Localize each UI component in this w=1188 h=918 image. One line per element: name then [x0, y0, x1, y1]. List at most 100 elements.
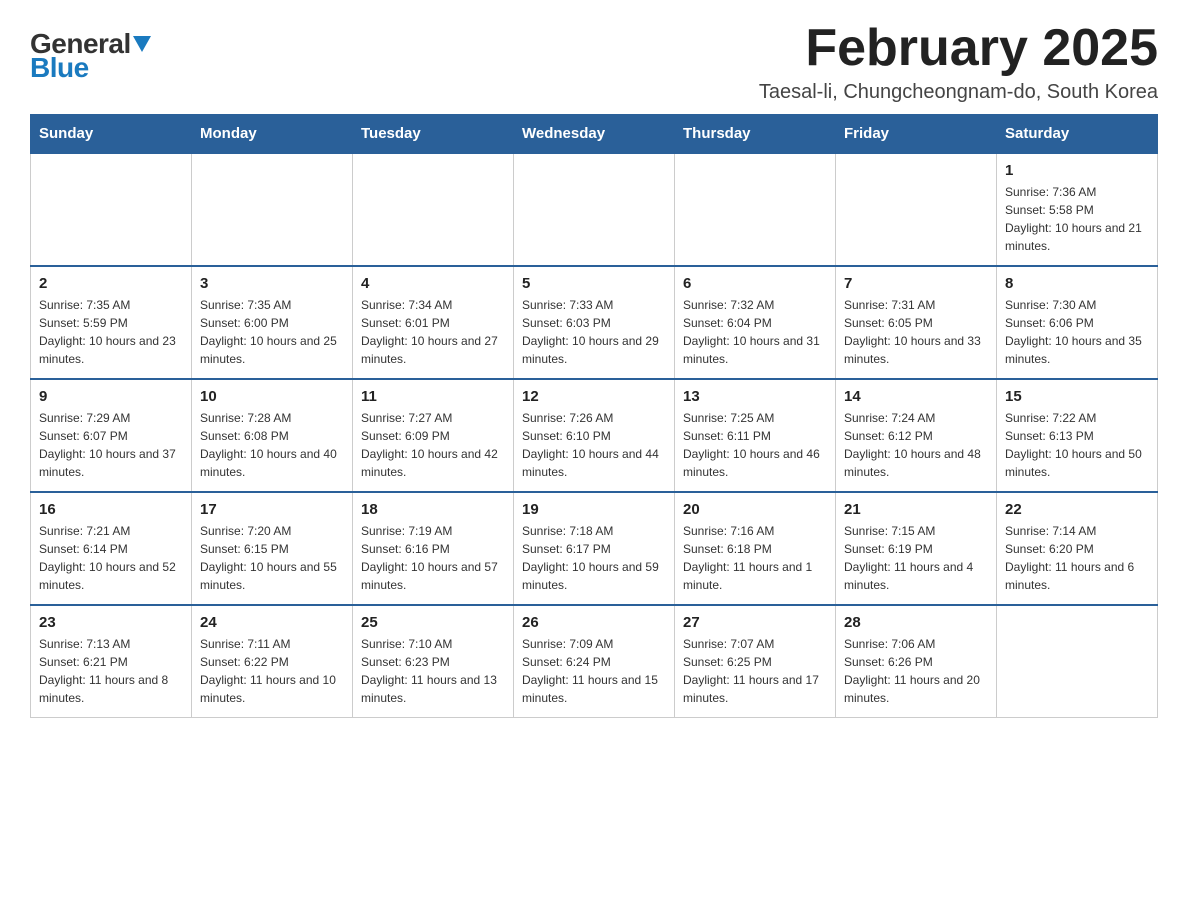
week-row-5: 23Sunrise: 7:13 AM Sunset: 6:21 PM Dayli…: [31, 605, 1158, 718]
day-info: Sunrise: 7:35 AM Sunset: 5:59 PM Dayligh…: [39, 296, 183, 368]
weekday-header-friday: Friday: [836, 115, 997, 154]
calendar-cell: [353, 153, 514, 266]
calendar-cell: 23Sunrise: 7:13 AM Sunset: 6:21 PM Dayli…: [31, 605, 192, 718]
day-info: Sunrise: 7:21 AM Sunset: 6:14 PM Dayligh…: [39, 522, 183, 594]
day-info: Sunrise: 7:18 AM Sunset: 6:17 PM Dayligh…: [522, 522, 666, 594]
day-number: 14: [844, 388, 988, 405]
calendar-cell: 6Sunrise: 7:32 AM Sunset: 6:04 PM Daylig…: [675, 266, 836, 379]
logo-blue-text: Blue: [30, 52, 89, 84]
week-row-3: 9 Sunrise: 7:29 AM Sunset: 6:07 PM Daylig…: [31, 379, 1158, 492]
day-info: Sunrise: 7:14 AM Sunset: 6:20 PM Dayligh…: [1005, 522, 1149, 594]
day-number: 16: [39, 501, 183, 518]
calendar-cell: 28 Sunrise: 7:06 AM Sunset: 6:26 PM Dayli…: [836, 605, 997, 718]
day-number: 18: [361, 501, 505, 518]
day-number: 7: [844, 275, 988, 292]
day-info: Sunrise: 7:28 AM Sunset: 6:08 PM Dayligh…: [200, 409, 344, 481]
calendar-cell: [31, 153, 192, 266]
day-info: Sunrise: 7:15 AM Sunset: 6:19 PM Dayligh…: [844, 522, 988, 594]
calendar-cell: 21 Sunrise: 7:15 AM Sunset: 6:19 PM Dayli…: [836, 492, 997, 605]
day-number: 10: [200, 388, 344, 405]
weekday-header-wednesday: Wednesday: [514, 115, 675, 154]
day-info: Sunrise: 7:06 AM Sunset: 6:26 PM Dayligh…: [844, 635, 988, 707]
weekday-header-tuesday: Tuesday: [353, 115, 514, 154]
day-info: Sunrise: 7:09 AM Sunset: 6:24 PM Dayligh…: [522, 635, 666, 707]
logo-triangle-icon: [133, 36, 151, 57]
day-info: Sunrise: 7:19 AM Sunset: 6:16 PM Dayligh…: [361, 522, 505, 594]
day-info: Sunrise: 7:24 AM Sunset: 6:12 PM Dayligh…: [844, 409, 988, 481]
day-info: Sunrise: 7:35 AM Sunset: 6:00 PM Dayligh…: [200, 296, 344, 368]
weekday-header-monday: Monday: [192, 115, 353, 154]
calendar-cell: 25Sunrise: 7:10 AM Sunset: 6:23 PM Dayli…: [353, 605, 514, 718]
day-info: Sunrise: 7:20 AM Sunset: 6:15 PM Dayligh…: [200, 522, 344, 594]
day-number: 1: [1005, 162, 1149, 179]
calendar-table: SundayMondayTuesdayWednesdayThursdayFrid…: [30, 114, 1158, 718]
day-number: 27: [683, 614, 827, 631]
weekday-header-saturday: Saturday: [997, 115, 1158, 154]
day-info: Sunrise: 7:11 AM Sunset: 6:22 PM Dayligh…: [200, 635, 344, 707]
calendar-cell: 18 Sunrise: 7:19 AM Sunset: 6:16 PM Dayli…: [353, 492, 514, 605]
day-number: 2: [39, 275, 183, 292]
day-info: Sunrise: 7:33 AM Sunset: 6:03 PM Dayligh…: [522, 296, 666, 368]
day-number: 28: [844, 614, 988, 631]
calendar-cell: [836, 153, 997, 266]
day-number: 19: [522, 501, 666, 518]
day-number: 5: [522, 275, 666, 292]
day-info: Sunrise: 7:30 AM Sunset: 6:06 PM Dayligh…: [1005, 296, 1149, 368]
day-info: Sunrise: 7:34 AM Sunset: 6:01 PM Dayligh…: [361, 296, 505, 368]
calendar-cell: 10 Sunrise: 7:28 AM Sunset: 6:08 PM Dayli…: [192, 379, 353, 492]
weekday-header-thursday: Thursday: [675, 115, 836, 154]
day-number: 13: [683, 388, 827, 405]
day-info: Sunrise: 7:16 AM Sunset: 6:18 PM Dayligh…: [683, 522, 827, 594]
week-row-1: 1 Sunrise: 7:36 AM Sunset: 5:58 PM Daylig…: [31, 153, 1158, 266]
calendar-cell: 3 Sunrise: 7:35 AM Sunset: 6:00 PM Daylig…: [192, 266, 353, 379]
calendar-cell: 9 Sunrise: 7:29 AM Sunset: 6:07 PM Daylig…: [31, 379, 192, 492]
calendar-cell: 14 Sunrise: 7:24 AM Sunset: 6:12 PM Dayli…: [836, 379, 997, 492]
day-info: Sunrise: 7:32 AM Sunset: 6:04 PM Dayligh…: [683, 296, 827, 368]
day-number: 23: [39, 614, 183, 631]
calendar-cell: 12 Sunrise: 7:26 AM Sunset: 6:10 PM Dayli…: [514, 379, 675, 492]
calendar-cell: 20 Sunrise: 7:16 AM Sunset: 6:18 PM Dayli…: [675, 492, 836, 605]
calendar-cell: 5 Sunrise: 7:33 AM Sunset: 6:03 PM Daylig…: [514, 266, 675, 379]
week-row-4: 16 Sunrise: 7:21 AM Sunset: 6:14 PM Dayli…: [31, 492, 1158, 605]
day-number: 20: [683, 501, 827, 518]
page-header: General Blue February 2025 Taesal-li, Ch…: [30, 20, 1158, 104]
calendar-cell: 7 Sunrise: 7:31 AM Sunset: 6:05 PM Daylig…: [836, 266, 997, 379]
calendar-cell: 22 Sunrise: 7:14 AM Sunset: 6:20 PM Dayli…: [997, 492, 1158, 605]
calendar-cell: 17 Sunrise: 7:20 AM Sunset: 6:15 PM Dayli…: [192, 492, 353, 605]
calendar-cell: 15Sunrise: 7:22 AM Sunset: 6:13 PM Dayli…: [997, 379, 1158, 492]
day-number: 8: [1005, 275, 1149, 292]
day-number: 24: [200, 614, 344, 631]
day-info: Sunrise: 7:07 AM Sunset: 6:25 PM Dayligh…: [683, 635, 827, 707]
day-number: 9: [39, 388, 183, 405]
calendar-cell: [514, 153, 675, 266]
day-info: Sunrise: 7:29 AM Sunset: 6:07 PM Dayligh…: [39, 409, 183, 481]
calendar-cell: 27 Sunrise: 7:07 AM Sunset: 6:25 PM Dayli…: [675, 605, 836, 718]
logo: General Blue: [30, 28, 151, 84]
month-title: February 2025: [759, 20, 1158, 77]
calendar-cell: [997, 605, 1158, 718]
day-info: Sunrise: 7:26 AM Sunset: 6:10 PM Dayligh…: [522, 409, 666, 481]
day-number: 3: [200, 275, 344, 292]
calendar-cell: 13 Sunrise: 7:25 AM Sunset: 6:11 PM Dayli…: [675, 379, 836, 492]
day-number: 17: [200, 501, 344, 518]
calendar-cell: [192, 153, 353, 266]
week-row-2: 2 Sunrise: 7:35 AM Sunset: 5:59 PM Daylig…: [31, 266, 1158, 379]
day-number: 26: [522, 614, 666, 631]
day-number: 11: [361, 388, 505, 405]
calendar-cell: 11 Sunrise: 7:27 AM Sunset: 6:09 PM Dayli…: [353, 379, 514, 492]
calendar-cell: 16 Sunrise: 7:21 AM Sunset: 6:14 PM Dayli…: [31, 492, 192, 605]
title-area: February 2025 Taesal-li, Chungcheongnam-…: [759, 20, 1158, 104]
day-info: Sunrise: 7:31 AM Sunset: 6:05 PM Dayligh…: [844, 296, 988, 368]
day-number: 12: [522, 388, 666, 405]
day-info: Sunrise: 7:25 AM Sunset: 6:11 PM Dayligh…: [683, 409, 827, 481]
calendar-cell: 26 Sunrise: 7:09 AM Sunset: 6:24 PM Dayli…: [514, 605, 675, 718]
day-info: Sunrise: 7:27 AM Sunset: 6:09 PM Dayligh…: [361, 409, 505, 481]
calendar-cell: 24 Sunrise: 7:11 AM Sunset: 6:22 PM Dayli…: [192, 605, 353, 718]
calendar-cell: 19 Sunrise: 7:18 AM Sunset: 6:17 PM Dayli…: [514, 492, 675, 605]
day-info: Sunrise: 7:10 AM Sunset: 6:23 PM Dayligh…: [361, 635, 505, 707]
day-info: Sunrise: 7:36 AM Sunset: 5:58 PM Dayligh…: [1005, 183, 1149, 255]
day-number: 21: [844, 501, 988, 518]
day-number: 22: [1005, 501, 1149, 518]
calendar-cell: 2 Sunrise: 7:35 AM Sunset: 5:59 PM Daylig…: [31, 266, 192, 379]
calendar-cell: 1 Sunrise: 7:36 AM Sunset: 5:58 PM Daylig…: [997, 153, 1158, 266]
